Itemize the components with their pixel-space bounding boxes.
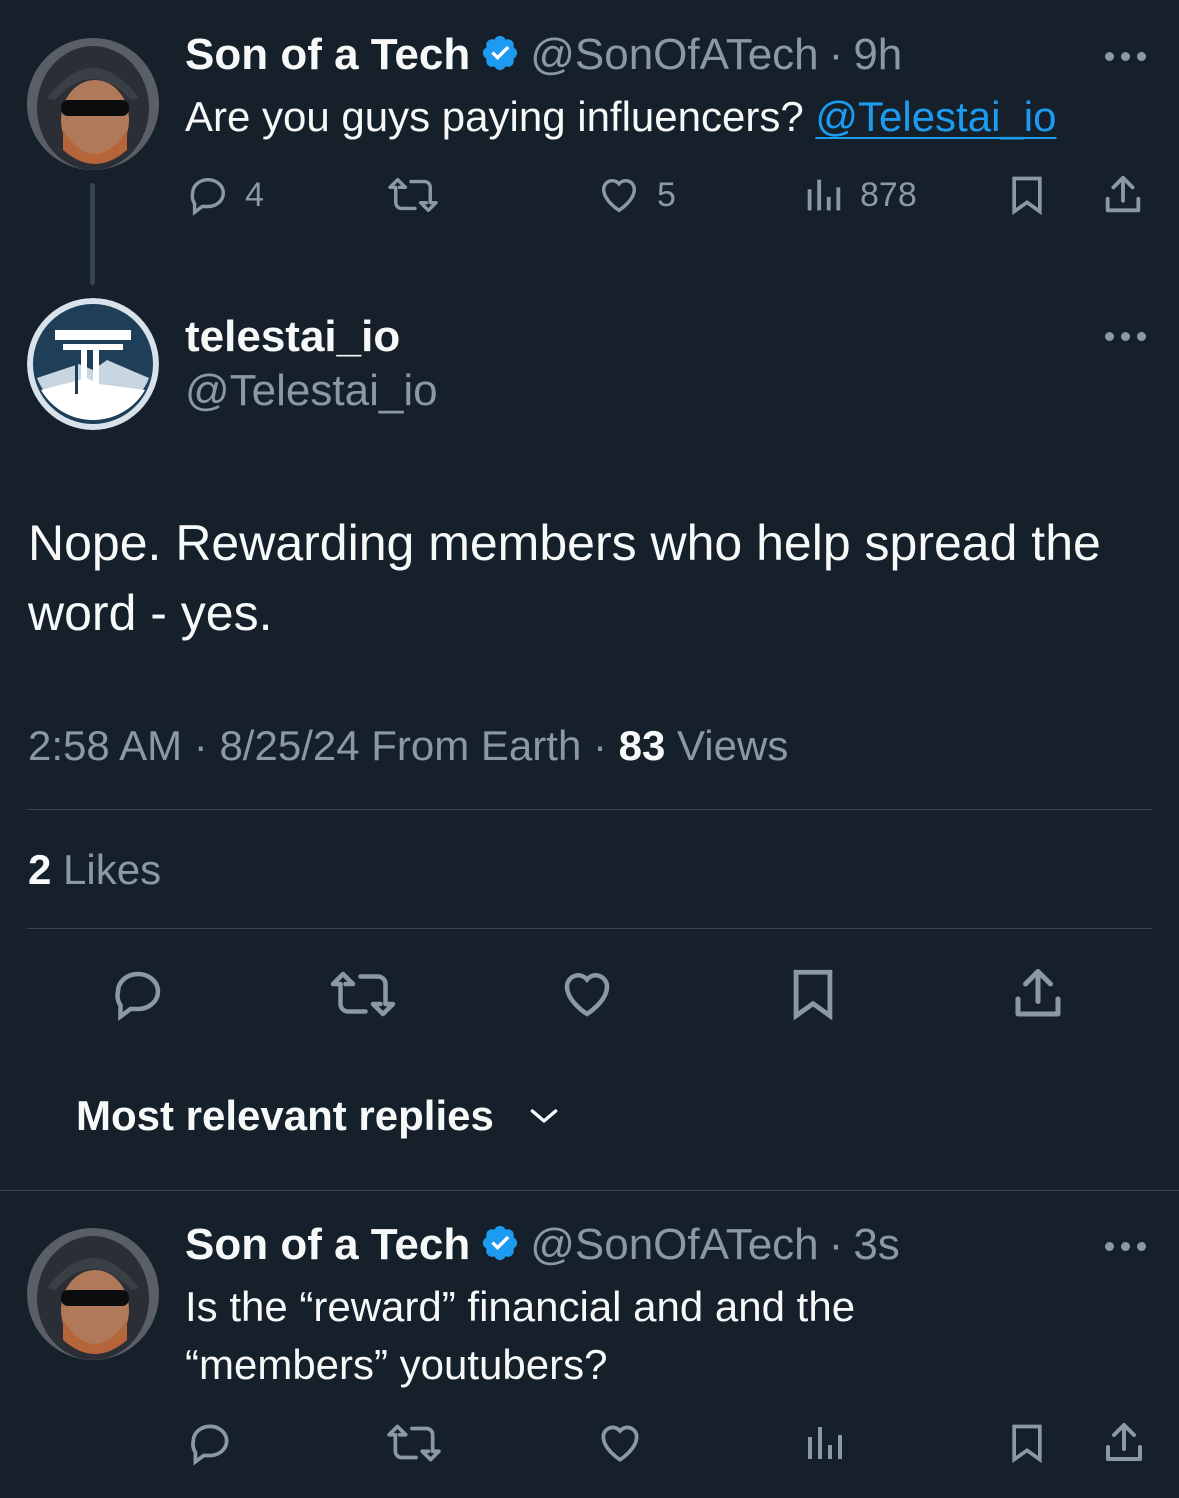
separator: · <box>828 1220 844 1269</box>
likes-label: Likes <box>63 846 162 893</box>
avatar-sonofatech[interactable] <box>27 1228 159 1360</box>
reply-action[interactable]: 4 <box>185 172 264 218</box>
bookmark-icon <box>1012 176 1042 216</box>
bookmark-action[interactable] <box>1005 172 1049 218</box>
share-icon <box>1015 969 1061 1017</box>
verified-badge-icon <box>480 1223 520 1268</box>
bookmark-icon <box>793 969 833 1021</box>
main-tweet-text-line2: word - yes. <box>28 585 273 641</box>
main-author-name[interactable]: telestai_io <box>185 312 400 362</box>
divider <box>0 1190 1179 1191</box>
share-icon <box>1106 1423 1142 1461</box>
more-icon[interactable] <box>1105 52 1146 61</box>
separator: · <box>592 722 607 769</box>
tweet-source: From Earth <box>371 722 582 769</box>
share-button[interactable] <box>1008 964 1068 1024</box>
like-icon <box>601 1425 639 1462</box>
share-action[interactable] <box>1100 1418 1148 1468</box>
reply-text: Is the “reward” financial and and the “m… <box>185 1278 855 1394</box>
retweet-action[interactable] <box>385 172 441 218</box>
bookmark-action[interactable] <box>1005 1418 1049 1468</box>
reply-icon <box>191 1424 229 1466</box>
tweet-text: Are you guys paying influencers? @Telest… <box>185 88 1056 146</box>
bookmark-icon <box>1012 1424 1042 1464</box>
views-count: 83 <box>618 722 666 769</box>
thread-connector <box>90 183 95 285</box>
reply-icon <box>190 177 226 216</box>
verified-badge-icon <box>480 33 520 78</box>
retweet-icon <box>330 971 396 1017</box>
bookmark-button[interactable] <box>784 964 842 1024</box>
reply-action[interactable] <box>185 1418 235 1468</box>
divider <box>27 809 1152 810</box>
reply-icon <box>115 971 161 1021</box>
mention-link[interactable]: @Telestai_io <box>815 93 1056 140</box>
views-action[interactable] <box>800 1418 848 1468</box>
author-name[interactable]: Son of a Tech <box>185 30 470 80</box>
like-button[interactable] <box>556 964 618 1024</box>
reply-button[interactable] <box>108 964 168 1024</box>
replies-sort-dropdown[interactable]: Most relevant replies <box>76 1092 564 1140</box>
tweet-text-prefix: Are you guys paying influencers? <box>185 93 816 140</box>
share-icon <box>1105 175 1141 213</box>
author-name[interactable]: Son of a Tech <box>185 1220 470 1270</box>
more-icon[interactable] <box>1105 332 1146 341</box>
avatar-telestai[interactable] <box>27 298 159 430</box>
reply-count: 4 <box>245 175 264 214</box>
like-icon <box>601 178 637 213</box>
main-tweet-text: Nope. Rewarding members who help spread … <box>28 508 1101 648</box>
like-action[interactable] <box>595 1418 645 1468</box>
tweet-date[interactable]: 8/25/24 <box>219 722 359 769</box>
likes-count: 2 <box>28 846 52 893</box>
like-count: 5 <box>657 175 676 214</box>
views-action[interactable]: 878 <box>800 172 917 218</box>
author-handle[interactable]: @SonOfATech <box>530 1220 818 1270</box>
reply-text-line1: Is the “reward” financial and and the <box>185 1283 856 1330</box>
reply-text-line2: “members” youtubers? <box>185 1341 608 1388</box>
views-icon <box>807 179 841 211</box>
retweet-action[interactable] <box>385 1418 443 1468</box>
chevron-down-icon <box>530 1109 558 1123</box>
retweet-icon <box>388 177 438 213</box>
views-count: 878 <box>860 175 917 214</box>
divider <box>27 928 1152 929</box>
tweet-meta: 2:58 AM · 8/25/24 From Earth · 83 Views <box>28 722 788 770</box>
separator: · <box>193 722 208 769</box>
replies-sort-label: Most relevant replies <box>76 1092 494 1139</box>
avatar-sonofatech[interactable] <box>27 38 159 170</box>
share-action[interactable] <box>1100 172 1146 218</box>
retweet-button[interactable] <box>328 964 398 1024</box>
tweet-timestamp[interactable]: 2:58 AM <box>28 722 182 769</box>
retweet-icon <box>387 1424 441 1462</box>
main-tweet-text-line1: Nope. Rewarding members who help spread … <box>28 515 1101 571</box>
like-icon <box>564 973 610 1017</box>
views-label: Views <box>677 722 789 769</box>
main-author-handle[interactable]: @Telestai_io <box>185 366 438 416</box>
tweet-time[interactable]: 9h <box>853 30 902 80</box>
author-handle[interactable]: @SonOfATech <box>530 30 818 80</box>
separator: · <box>828 30 844 79</box>
tweet-time[interactable]: 3s <box>853 1220 899 1270</box>
like-action[interactable]: 5 <box>595 172 676 218</box>
views-icon <box>808 1427 842 1459</box>
likes-summary[interactable]: 2 Likes <box>28 846 161 894</box>
more-icon[interactable] <box>1105 1242 1146 1251</box>
